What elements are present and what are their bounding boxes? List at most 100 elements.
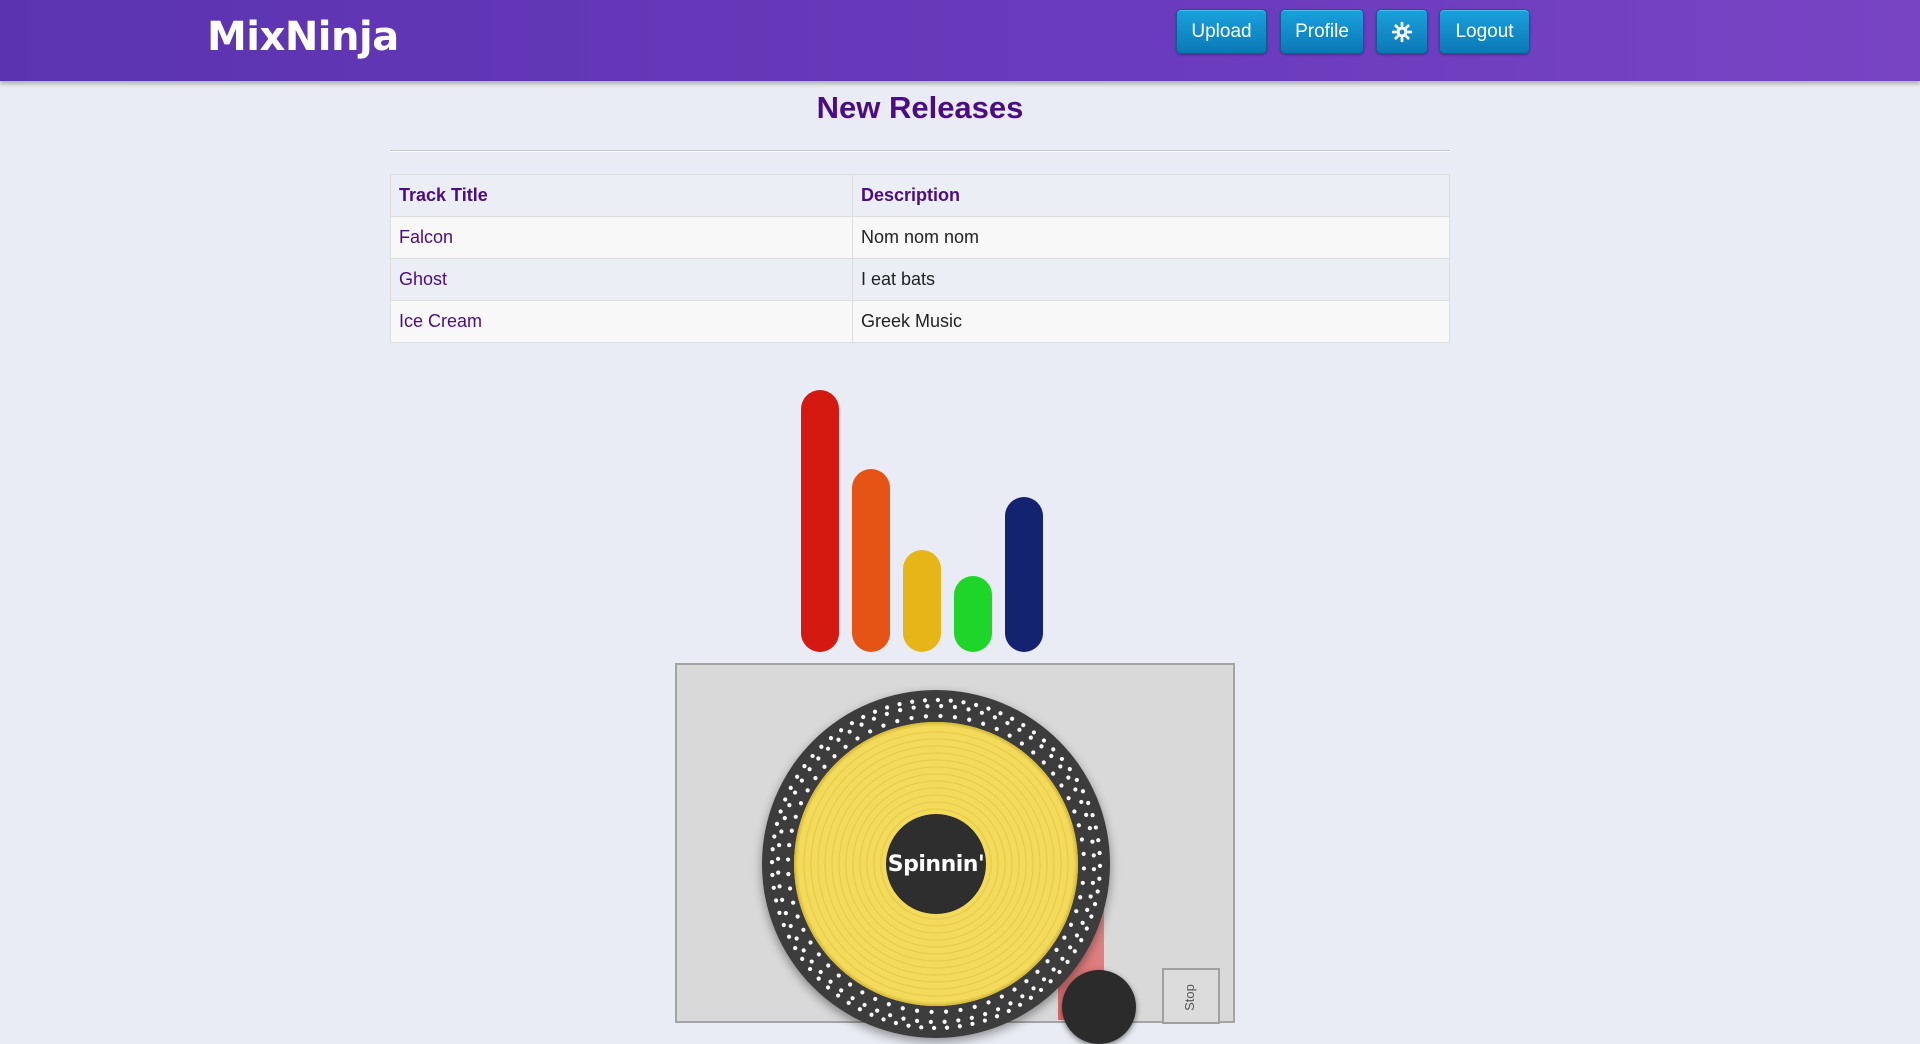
platter-dot	[1041, 760, 1046, 765]
track-link-falcon[interactable]: Falcon	[399, 227, 453, 247]
releases-table: Track Title Description Falcon Nom nom n…	[390, 174, 1450, 343]
platter-dot	[1028, 995, 1033, 1000]
platter-dot	[855, 736, 860, 741]
platter-dot	[771, 885, 776, 890]
platter-dot	[825, 985, 831, 990]
settings-button[interactable]	[1376, 9, 1428, 54]
platter-dot	[1024, 979, 1029, 984]
top-navbar: MixNinja Upload Profile Logout	[0, 0, 1920, 81]
platter-dot	[857, 1007, 862, 1012]
platter-dot	[1006, 1008, 1011, 1014]
platter-dot	[859, 722, 864, 727]
platter-dot	[1010, 716, 1015, 721]
platter-dot	[1072, 809, 1077, 814]
platter-dot	[862, 1002, 867, 1008]
platter-dot	[871, 716, 877, 721]
platter-dot	[787, 886, 793, 891]
platter-dot	[801, 948, 806, 953]
platter-dot	[835, 993, 841, 998]
platter-dot	[1091, 853, 1096, 858]
platter-dot	[1081, 866, 1087, 871]
platter-dot	[799, 778, 804, 783]
platter-dot	[1066, 796, 1071, 801]
platter-dot	[843, 744, 848, 749]
platter-dot	[1084, 926, 1089, 931]
platter-dot	[1080, 920, 1085, 925]
platter-dot	[810, 753, 815, 759]
logout-button[interactable]: Logout	[1439, 9, 1530, 54]
platter-dot	[777, 910, 782, 915]
platter-dot	[846, 1000, 851, 1005]
platter-dot	[897, 702, 902, 707]
platter-dot	[849, 721, 855, 726]
platter-dot	[1041, 738, 1047, 743]
platter-dot	[1076, 823, 1081, 828]
platter-dot	[999, 994, 1004, 999]
stop-button-label: Stop	[1181, 984, 1197, 1011]
platter-dot	[928, 1019, 933, 1025]
platter-dot	[787, 803, 792, 808]
platter-dot	[948, 698, 953, 703]
platter-dot	[801, 927, 806, 932]
platter-dot	[942, 1019, 947, 1024]
platter-dot	[816, 952, 821, 957]
platter-dot	[1080, 789, 1086, 794]
platter-dot	[795, 914, 800, 919]
platter-dot	[828, 979, 833, 984]
platter-dot	[939, 703, 944, 709]
brand-logo[interactable]: MixNinja	[207, 14, 399, 60]
equalizer-bar	[1005, 497, 1043, 652]
platter-dot	[1031, 750, 1036, 755]
platter-dot	[1048, 979, 1053, 984]
platter-dot	[1005, 720, 1010, 726]
platter-dot	[861, 714, 866, 720]
track-title-cell: Ghost	[390, 258, 853, 301]
platter-dot	[1017, 1002, 1023, 1007]
platter-dot	[972, 1004, 977, 1009]
platter-dot	[1078, 895, 1083, 900]
platter-dot	[1097, 850, 1102, 856]
platter-dot	[1057, 969, 1062, 975]
platter-dot	[952, 715, 958, 720]
platter-dot	[909, 715, 914, 721]
platter-dot	[1051, 771, 1056, 776]
track-link-ice-cream[interactable]: Ice Cream	[399, 311, 482, 331]
platter-dot	[986, 706, 991, 711]
platter-dot	[911, 705, 916, 710]
tonearm-knob[interactable]	[1062, 970, 1136, 1044]
platter-dot	[961, 700, 966, 705]
track-link-ghost[interactable]: Ghost	[399, 269, 447, 289]
stop-button[interactable]: Stop	[1162, 968, 1220, 1024]
table-header-row: Track Title Description	[390, 174, 1450, 217]
turntable-platter[interactable]: Spinnin'	[762, 690, 1110, 1038]
platter-dot	[777, 884, 782, 889]
platter-dot	[802, 763, 807, 769]
platter-dot	[982, 1018, 987, 1023]
platter-dot	[974, 702, 979, 708]
platter-dot	[774, 821, 780, 826]
track-title-cell: Ice Cream	[390, 300, 853, 343]
platter-dot	[884, 711, 889, 716]
vinyl-record: Spinnin'	[794, 722, 1078, 1006]
platter-dot	[1097, 876, 1102, 881]
platter-dot	[1020, 994, 1025, 999]
platter-dot	[922, 698, 928, 703]
platter-dot	[1095, 889, 1100, 894]
platter-dot	[793, 945, 798, 951]
platter-dot	[793, 814, 798, 819]
platter-dot	[786, 934, 792, 939]
platter-dot	[1054, 947, 1059, 952]
platter-dot	[895, 719, 900, 724]
platter-dot	[1062, 935, 1067, 940]
platter-dot	[836, 973, 841, 978]
platter-dot	[901, 1016, 906, 1021]
platter-dot	[969, 1015, 974, 1020]
profile-button[interactable]: Profile	[1280, 9, 1364, 54]
platter-dot	[914, 1018, 920, 1023]
upload-button[interactable]: Upload	[1176, 9, 1267, 54]
platter-dot	[932, 1025, 937, 1031]
platter-dot	[825, 746, 831, 751]
platter-dot	[770, 847, 775, 852]
platter-dot	[923, 714, 929, 719]
platter-dot	[925, 704, 930, 709]
